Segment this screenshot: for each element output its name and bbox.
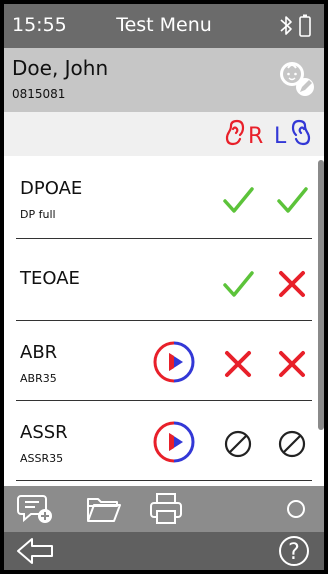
pass-check-icon <box>218 180 258 220</box>
not-tested-icon <box>218 424 258 464</box>
left-ear-label: L <box>268 119 320 149</box>
pass-check-icon <box>272 180 312 220</box>
scrollbar-thumb[interactable] <box>318 160 324 430</box>
left-ear-icon <box>291 119 311 146</box>
svg-text:?: ? <box>288 540 300 565</box>
right-ear-label: R <box>222 119 272 149</box>
left-ear-text: L <box>274 124 287 149</box>
patient-header[interactable]: Doe, John 0815081 <box>4 48 324 112</box>
test-row-teoae[interactable]: TEOAE <box>4 240 316 320</box>
status-icons <box>272 14 316 38</box>
test-list[interactable]: DPOAE DP full TEOAE ABR ABR35 ASSR ASSR3… <box>4 156 324 486</box>
folder-icon[interactable] <box>84 491 124 527</box>
list-scrollbar[interactable] <box>318 156 324 486</box>
app-screen: 15:55 Test Menu Doe, John 0815081 R L DP… <box>4 4 324 570</box>
bottom-toolbar <box>4 486 324 532</box>
test-title: TEOAE <box>20 268 80 289</box>
patient-name: Doe, John <box>12 56 109 80</box>
battery-icon <box>299 14 311 37</box>
refer-cross-icon <box>272 344 312 384</box>
refer-cross-icon <box>218 344 258 384</box>
test-row-dpoae[interactable]: DPOAE DP full <box>4 156 316 236</box>
printer-icon[interactable] <box>146 491 186 527</box>
circle-icon[interactable] <box>276 491 316 527</box>
bluetooth-icon <box>280 16 292 35</box>
not-tested-icon <box>272 424 312 464</box>
test-protocol: ABR35 <box>20 372 57 385</box>
test-row-assr[interactable]: ASSR ASSR35 <box>4 400 316 480</box>
patient-id: 0815081 <box>12 87 66 101</box>
back-arrow-icon[interactable] <box>14 534 54 570</box>
status-bar: 15:55 Test Menu <box>4 4 324 48</box>
right-ear-text: R <box>248 124 263 149</box>
test-protocol: DP full <box>20 208 56 221</box>
refer-cross-icon <box>272 264 312 304</box>
test-title: DPOAE <box>20 178 83 199</box>
test-title: ABR <box>20 342 58 363</box>
test-title: ASSR <box>20 422 68 443</box>
baby-profile-edit-icon[interactable] <box>272 54 318 100</box>
start-test-play-icon[interactable] <box>152 340 196 384</box>
help-icon[interactable]: ? <box>274 534 314 570</box>
start-test-play-icon[interactable] <box>152 420 196 464</box>
test-protocol: ASSR35 <box>20 452 64 465</box>
row-divider <box>16 480 312 481</box>
test-row-abr[interactable]: ABR ABR35 <box>4 320 316 400</box>
right-ear-icon <box>225 119 245 146</box>
row-divider <box>16 238 312 239</box>
pass-check-icon <box>218 264 258 304</box>
navigation-bar: ? <box>4 532 324 570</box>
ear-header: R L <box>4 112 324 156</box>
comment-add-icon[interactable] <box>16 491 56 527</box>
